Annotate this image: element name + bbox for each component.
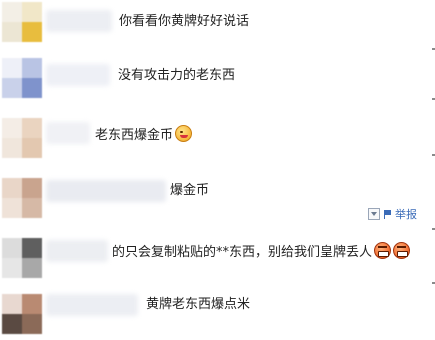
comment-text-wrapper: 老东西爆金币	[95, 125, 193, 145]
comment-text: 没有攻击力的老东西	[118, 68, 236, 83]
comment-row: 你看看你黄牌好好说话	[0, 0, 435, 45]
comment-text: 你看看你黄牌好好说话	[119, 14, 250, 29]
report-control[interactable]: 举报	[368, 206, 417, 222]
avatar[interactable]	[2, 58, 42, 98]
dropdown-arrow-icon[interactable]	[368, 208, 380, 220]
username-blurred[interactable]	[46, 294, 138, 316]
avatar[interactable]	[2, 238, 42, 278]
report-flag-icon	[383, 209, 392, 219]
avatar[interactable]	[2, 2, 42, 42]
comment-text: 黄牌老东西爆点米	[146, 297, 251, 312]
avatar[interactable]	[2, 178, 42, 218]
comment-row: 老东西爆金币	[0, 112, 435, 162]
comment-text: 爆金币	[170, 183, 210, 198]
comment-row: 黄牌老东西爆点米	[0, 288, 435, 340]
comment-text: 的只会复制粘贴的**东西，别给我们皇牌丢人	[112, 245, 373, 260]
angry-grimace-emoji-icon	[393, 242, 411, 259]
username-blurred[interactable]	[46, 64, 110, 86]
username-blurred[interactable]	[46, 122, 90, 144]
comment-row: 的只会复制粘贴的**东西，别给我们皇牌丢人	[0, 232, 435, 282]
username-blurred[interactable]	[46, 180, 166, 202]
comment-text: 老东西爆金币	[95, 128, 174, 143]
avatar[interactable]	[2, 118, 42, 158]
comment-row: 爆金币 举报	[0, 172, 435, 227]
wink-tongue-emoji-icon	[175, 125, 193, 142]
comment-list: 你看看你黄牌好好说话 没有攻击力的老东西 老东西爆金币 爆金币 举报 的只会复制…	[0, 0, 435, 340]
comment-row: 没有攻击力的老东西	[0, 52, 435, 102]
comment-text-wrapper: 的只会复制粘贴的**东西，别给我们皇牌丢人	[112, 242, 411, 262]
username-blurred[interactable]	[46, 10, 112, 32]
report-link[interactable]: 举报	[395, 206, 417, 222]
angry-grimace-emoji-icon	[374, 242, 392, 259]
avatar[interactable]	[2, 294, 42, 334]
username-blurred[interactable]	[46, 240, 108, 262]
